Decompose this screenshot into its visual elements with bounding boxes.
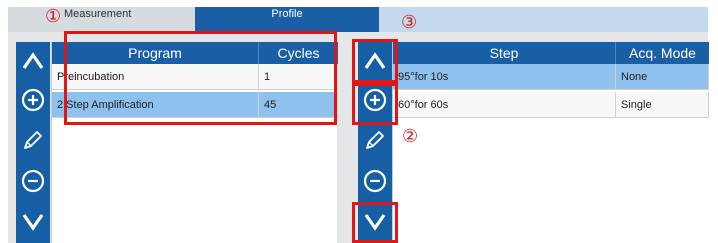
minus-circle-icon — [21, 169, 45, 193]
program-column-header[interactable]: Program — [52, 42, 259, 64]
program-remove-button[interactable] — [20, 166, 46, 196]
chevron-down-icon — [22, 214, 44, 231]
program-toolbar — [16, 42, 50, 243]
step-toolbar — [358, 42, 392, 243]
step-add-button[interactable] — [362, 85, 388, 115]
callout-three: ③ — [401, 12, 418, 33]
step-edit-button[interactable] — [362, 125, 388, 155]
program-table: Program Cycles Preincubation 1 2 Step Am… — [51, 42, 338, 243]
step-remove-button[interactable] — [362, 166, 388, 196]
program-edit-button[interactable] — [20, 125, 46, 155]
table-row-cycles[interactable]: 45 — [259, 92, 338, 118]
pencil-icon — [24, 131, 42, 149]
program-move-down-button[interactable] — [20, 206, 46, 236]
plus-circle-icon — [363, 88, 387, 112]
plus-circle-icon — [21, 88, 45, 112]
table-row-acq-mode[interactable]: None — [616, 64, 709, 90]
table-row-step[interactable]: 95°for 10s — [393, 64, 616, 90]
table-row-program[interactable]: Preincubation — [52, 64, 259, 90]
table-row-step[interactable]: 60°for 60s — [393, 92, 616, 118]
program-add-button[interactable] — [20, 85, 46, 115]
acq-mode-column-header[interactable]: Acq. Mode — [616, 42, 709, 64]
cycles-column-header[interactable]: Cycles — [259, 42, 338, 64]
chevron-down-icon — [364, 214, 386, 231]
tab-measurement[interactable]: Measurement — [8, 7, 195, 32]
minus-circle-icon — [363, 169, 387, 193]
callout-one: ① — [45, 6, 62, 27]
pencil-icon — [366, 131, 384, 149]
step-table: Step Acq. Mode 95°for 10s None 60°for 60… — [392, 42, 709, 243]
chevron-up-icon — [22, 52, 44, 69]
table-row-cycles[interactable]: 1 — [259, 64, 338, 90]
program-move-up-button[interactable] — [20, 46, 46, 76]
step-column-header[interactable]: Step — [393, 42, 616, 64]
tab-bar: Measurement Profile — [0, 0, 718, 32]
step-move-up-button[interactable] — [362, 46, 388, 76]
step-move-down-button[interactable] — [362, 206, 388, 236]
tab-profile[interactable]: Profile — [195, 7, 379, 32]
table-row-acq-mode[interactable]: Single — [616, 92, 709, 118]
table-row-program[interactable]: 2 Step Amplification — [52, 92, 259, 118]
chevron-up-icon — [364, 52, 386, 69]
callout-two: ② — [402, 126, 419, 147]
